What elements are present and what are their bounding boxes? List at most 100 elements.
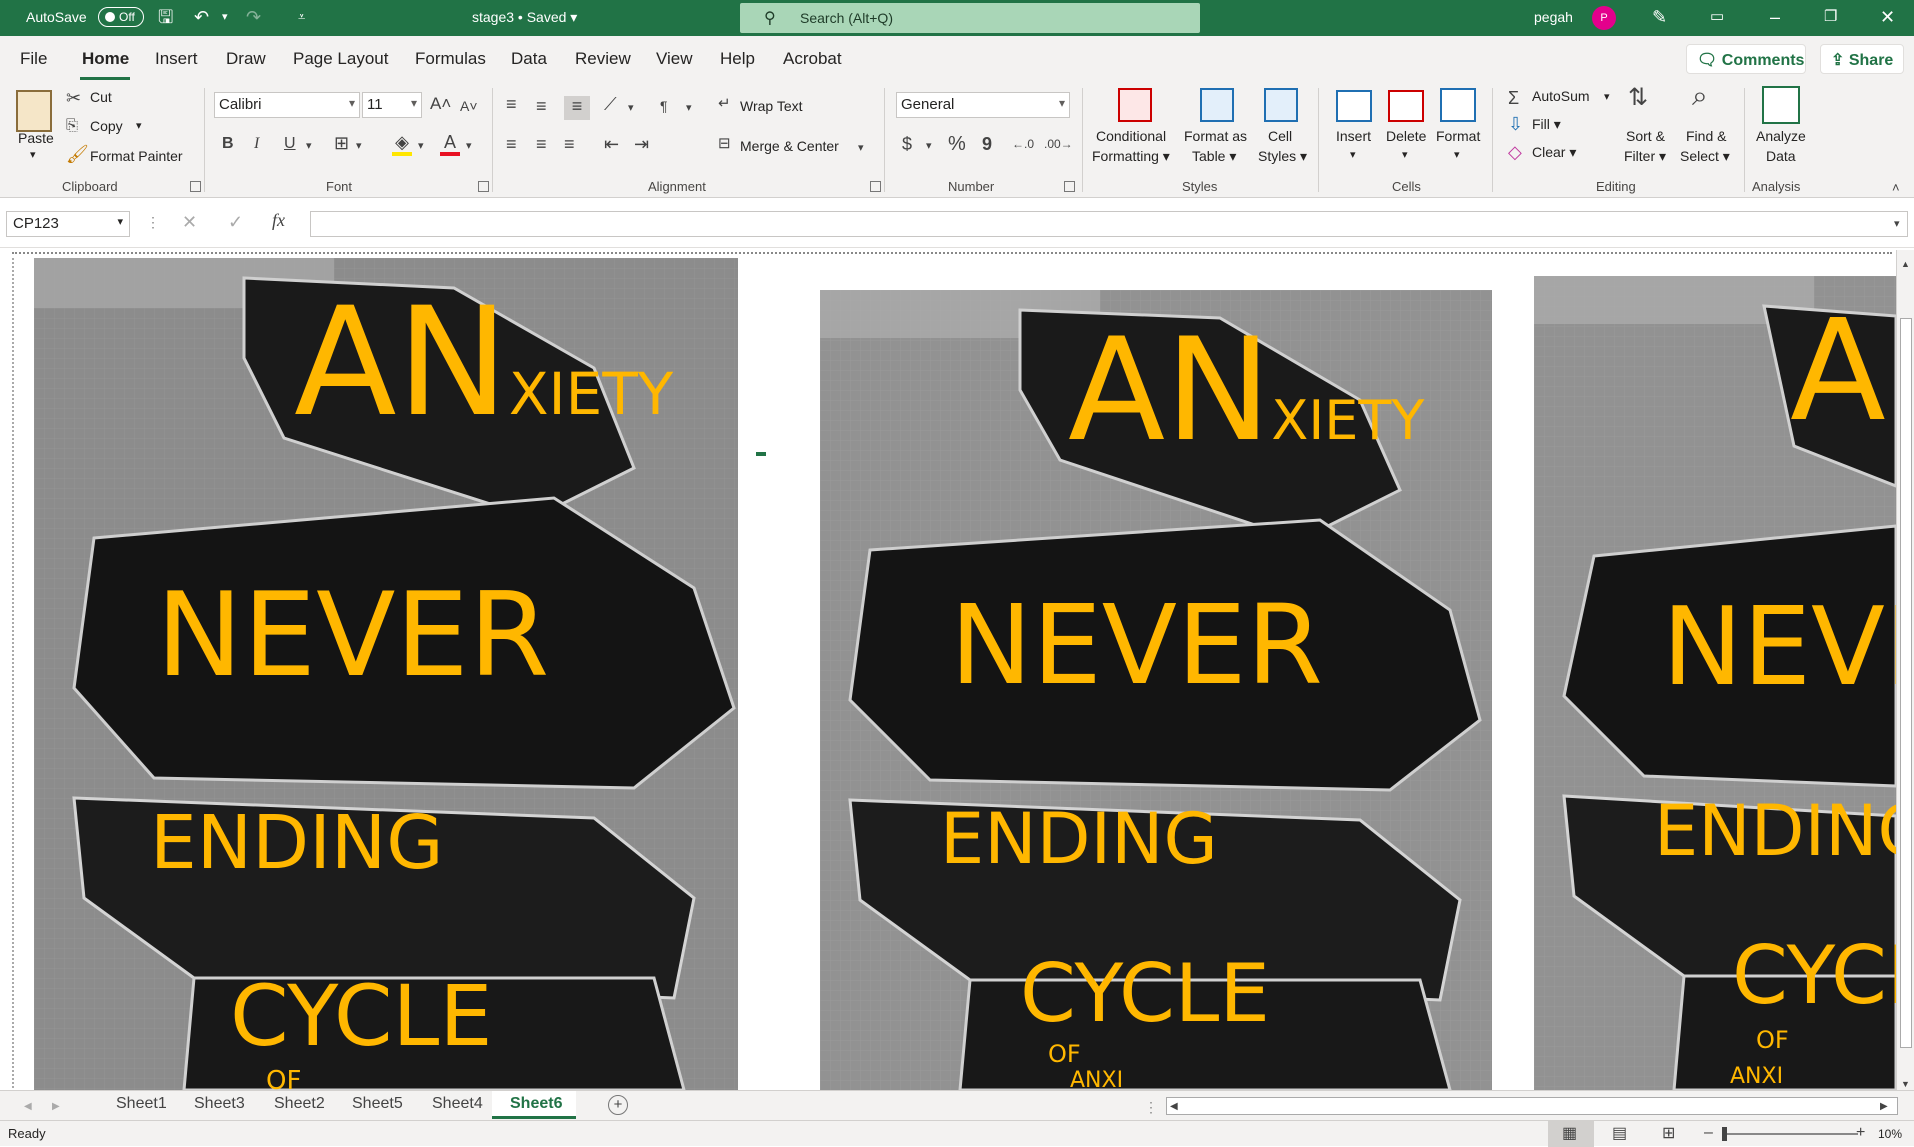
merge-dropdown-icon[interactable]: ▾ [858, 138, 864, 158]
zoom-out-icon[interactable]: – [1704, 1123, 1713, 1143]
increase-indent-icon[interactable]: ⇥ [634, 134, 649, 154]
normal-view-icon[interactable]: ▦ [1562, 1124, 1577, 1144]
format-as-table-icon[interactable] [1200, 88, 1234, 122]
autosave-toggle[interactable]: Off [98, 7, 144, 27]
menu-acrobat[interactable]: Acrobat [783, 49, 842, 69]
menu-formulas[interactable]: Formulas [415, 49, 486, 69]
active-cell-marker[interactable] [756, 452, 766, 456]
vertical-scrollbar[interactable]: ▲ ▼ [1896, 250, 1914, 1090]
number-launcher-icon[interactable] [1064, 181, 1075, 192]
format-cells-button[interactable]: Format [1436, 128, 1480, 144]
minimize-icon[interactable]: – [1770, 6, 1780, 28]
font-color-dropdown-icon[interactable]: ▾ [466, 136, 472, 156]
enter-icon[interactable]: ✓ [228, 212, 243, 232]
align-center-icon[interactable]: ≡ [536, 134, 547, 154]
page-break-view-icon[interactable]: ⊞ [1662, 1124, 1675, 1144]
pen-icon[interactable]: ✎ [1652, 6, 1667, 28]
orientation-icon[interactable]: ⟋ [604, 94, 617, 114]
menu-insert[interactable]: Insert [155, 49, 198, 69]
tab-splitter-icon[interactable]: ⋮ [1144, 1097, 1158, 1117]
format-painter-icon[interactable]: 🖌 [66, 144, 89, 164]
horizontal-scrollbar[interactable] [1166, 1097, 1898, 1115]
conditional-formatting-label-2[interactable]: Formatting ▾ [1092, 148, 1170, 165]
collapse-ribbon-icon[interactable]: ˄ [1892, 178, 1900, 198]
insert-function-icon[interactable]: fx [272, 210, 285, 230]
zoom-slider-thumb[interactable] [1722, 1127, 1727, 1141]
borders-dropdown-icon[interactable]: ▾ [356, 136, 362, 156]
poster-image-3[interactable]: ANXIETY NEVER ENDING CYCLE OF ANXI [1534, 276, 1896, 1090]
increase-decimal-icon[interactable]: ←.0 [1012, 134, 1034, 154]
undo-dropdown-icon[interactable]: ▾ [222, 6, 228, 28]
zoom-slider-track[interactable] [1722, 1133, 1858, 1135]
format-as-table-label-1[interactable]: Format as [1184, 128, 1247, 144]
sheet-tab-sheet4[interactable]: Sheet4 [432, 1095, 483, 1113]
clipboard-launcher-icon[interactable] [190, 181, 201, 192]
orientation-dropdown-icon[interactable]: ▾ [628, 98, 634, 118]
sort-filter-label-1[interactable]: Sort & [1626, 128, 1665, 144]
zoom-in-icon[interactable]: + [1856, 1123, 1865, 1143]
expand-formula-icon[interactable]: ▾ [1894, 214, 1900, 234]
sheet-tab-sheet2[interactable]: Sheet2 [274, 1095, 325, 1113]
bold-button[interactable]: B [222, 134, 234, 154]
sheet-tab-sheet5[interactable]: Sheet5 [352, 1095, 403, 1113]
find-select-label-2[interactable]: Select ▾ [1680, 148, 1730, 165]
search-box[interactable]: ⚲ Search (Alt+Q) [740, 3, 1200, 33]
align-left-icon[interactable]: ≡ [506, 134, 517, 154]
conditional-formatting-icon[interactable] [1118, 88, 1152, 122]
delete-dropdown-icon[interactable]: ▾ [1402, 148, 1408, 161]
font-name-select[interactable]: Calibri ▾ [214, 92, 360, 118]
number-format-select[interactable]: General ▾ [896, 92, 1070, 118]
sheet-tab-sheet3[interactable]: Sheet3 [194, 1095, 245, 1113]
conditional-formatting-label-1[interactable]: Conditional [1096, 128, 1166, 144]
merge-center-icon[interactable]: ⊟ [718, 134, 731, 154]
paste-icon[interactable] [16, 90, 52, 132]
redo-icon[interactable]: ↷ [246, 6, 261, 28]
scroll-left-icon[interactable]: ◀ [1170, 1097, 1178, 1117]
insert-cells-icon[interactable] [1336, 90, 1372, 122]
underline-dropdown-icon[interactable]: ▾ [306, 136, 312, 156]
font-launcher-icon[interactable] [478, 181, 489, 192]
font-color-icon[interactable]: A [440, 132, 460, 156]
avatar[interactable]: P [1592, 6, 1616, 30]
menu-review[interactable]: Review [575, 49, 631, 69]
formula-input[interactable] [310, 211, 1908, 237]
autosum-icon[interactable]: Σ [1508, 88, 1519, 108]
format-cells-icon[interactable] [1440, 88, 1476, 122]
fill-button[interactable]: Fill ▾ [1532, 116, 1561, 133]
currency-dropdown-icon[interactable]: ▾ [926, 136, 932, 156]
delete-cells-icon[interactable] [1388, 90, 1424, 122]
comma-button[interactable]: 9 [982, 134, 992, 154]
save-icon[interactable]: 🖫 [158, 6, 173, 28]
percent-button[interactable]: % [948, 134, 966, 154]
analyze-data-label-1[interactable]: Analyze [1756, 128, 1806, 144]
wrap-text-icon[interactable]: ↵ [718, 94, 731, 114]
document-title[interactable]: stage3 • Saved ▾ [472, 9, 577, 26]
clear-button[interactable]: Clear ▾ [1532, 144, 1576, 161]
align-middle-icon[interactable]: ≡ [536, 96, 547, 116]
autosum-dropdown-icon[interactable]: ▾ [1604, 90, 1610, 103]
menu-page-layout[interactable]: Page Layout [293, 49, 388, 69]
increase-font-icon[interactable]: A˄ [430, 94, 451, 114]
menu-home[interactable]: Home [82, 49, 129, 69]
format-as-table-label-2[interactable]: Table ▾ [1192, 148, 1236, 165]
align-top-icon[interactable]: ≡ [506, 94, 517, 114]
menu-draw[interactable]: Draw [226, 49, 266, 69]
poster-image-1[interactable]: ANXIETY NEVER ENDING CYCLE OF [34, 258, 738, 1090]
scroll-right-icon[interactable]: ▶ [1880, 1097, 1888, 1117]
scroll-up-icon[interactable]: ▲ [1901, 254, 1910, 274]
cell-styles-label-2[interactable]: Styles ▾ [1258, 148, 1307, 165]
sheet-tab-sheet6[interactable]: Sheet6 [510, 1095, 562, 1113]
currency-button[interactable]: $ [902, 134, 912, 154]
menu-data[interactable]: Data [511, 49, 547, 69]
clear-icon[interactable]: ◇ [1508, 142, 1522, 162]
menu-view[interactable]: View [656, 49, 693, 69]
analyze-data-label-2[interactable]: Data [1766, 148, 1796, 164]
formula-options-icon[interactable]: ⋮ [146, 212, 160, 232]
insert-cells-button[interactable]: Insert [1336, 128, 1371, 144]
fill-icon[interactable]: ⇩ [1508, 114, 1523, 134]
cut-icon[interactable]: ✂ [66, 88, 81, 108]
fill-color-icon[interactable]: ◈ [392, 132, 412, 156]
insert-dropdown-icon[interactable]: ▾ [1350, 148, 1356, 161]
text-direction-icon[interactable]: ¶ [660, 96, 668, 116]
format-painter-label[interactable]: Format Painter [90, 148, 183, 164]
